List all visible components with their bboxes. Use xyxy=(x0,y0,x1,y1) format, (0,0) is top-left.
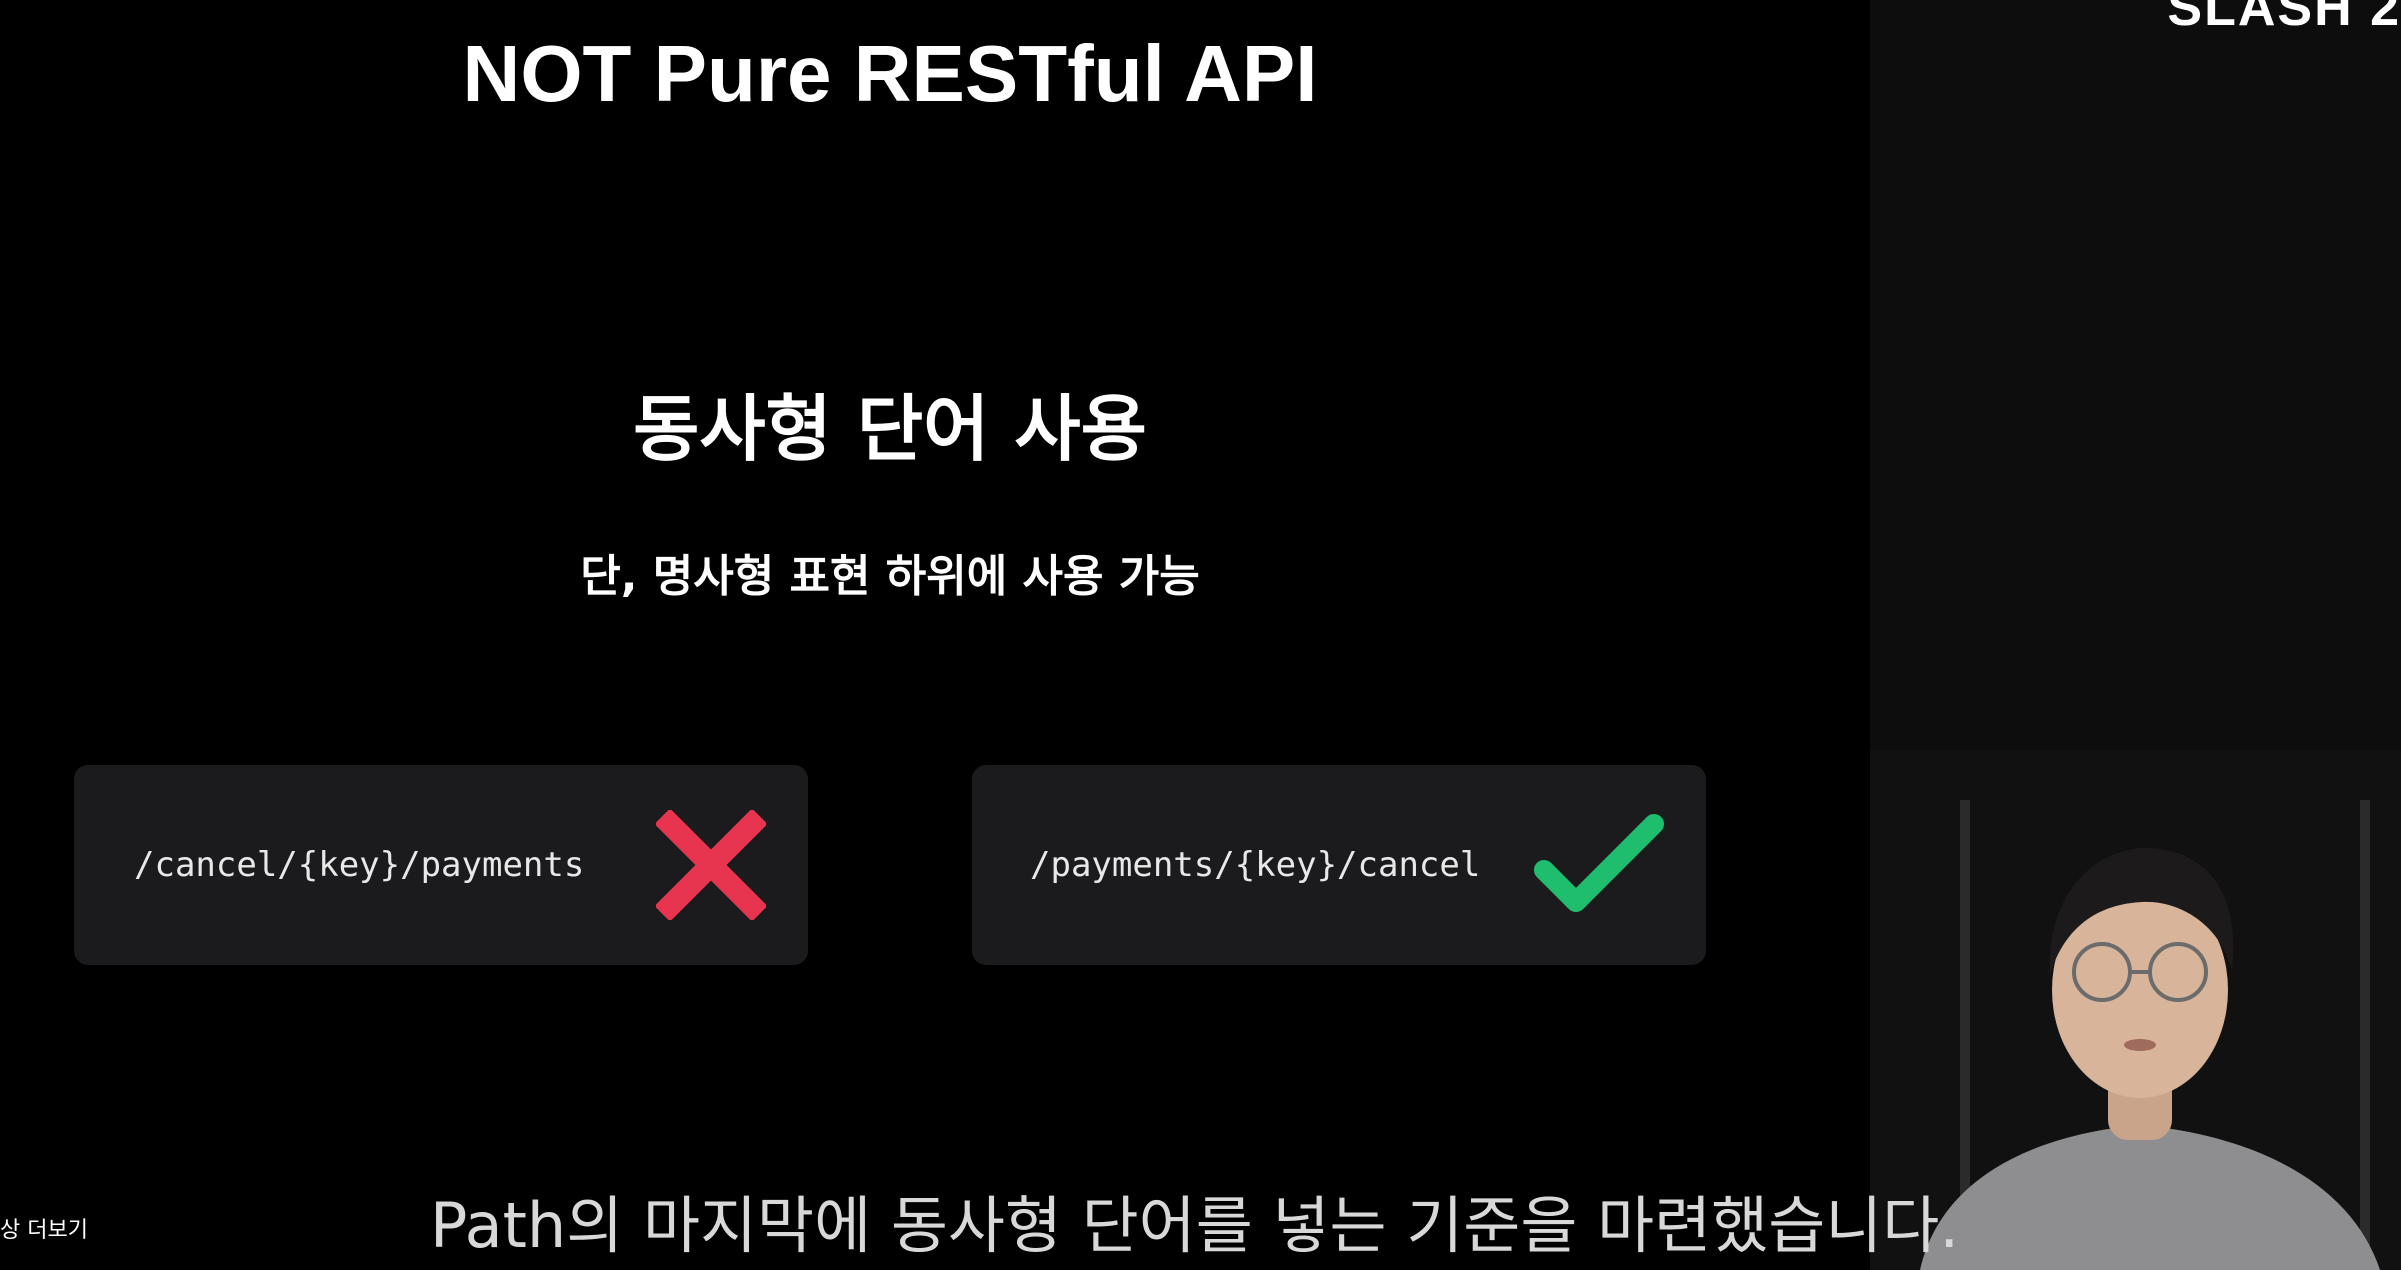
slide-title: NOT Pure RESTful API xyxy=(462,29,1318,118)
presentation-slide: NOT Pure RESTful API 동사형 단어 사용 단, 명사형 표현… xyxy=(0,0,1870,1270)
show-more-link[interactable]: 상 더보기 xyxy=(0,1212,88,1244)
example-path-incorrect: /cancel/{key}/payments xyxy=(134,845,585,885)
cross-icon xyxy=(654,808,768,922)
slide-subheading: 단, 명사형 표현 하위에 사용 가능 xyxy=(580,551,1200,602)
example-path-correct: /payments/{key}/cancel xyxy=(1030,845,1481,885)
conference-brand: SLASH 2 xyxy=(2167,0,2401,37)
checkmark-icon xyxy=(1532,810,1664,920)
example-card-correct: /payments/{key}/cancel xyxy=(972,765,1706,965)
slide-heading: 동사형 단어 사용 xyxy=(633,387,1147,471)
example-card-incorrect: /cancel/{key}/payments xyxy=(74,765,808,965)
video-subtitle: Path의 마지막에 동사형 단어를 넣는 기준을 마련했습니다. xyxy=(430,1189,1960,1262)
